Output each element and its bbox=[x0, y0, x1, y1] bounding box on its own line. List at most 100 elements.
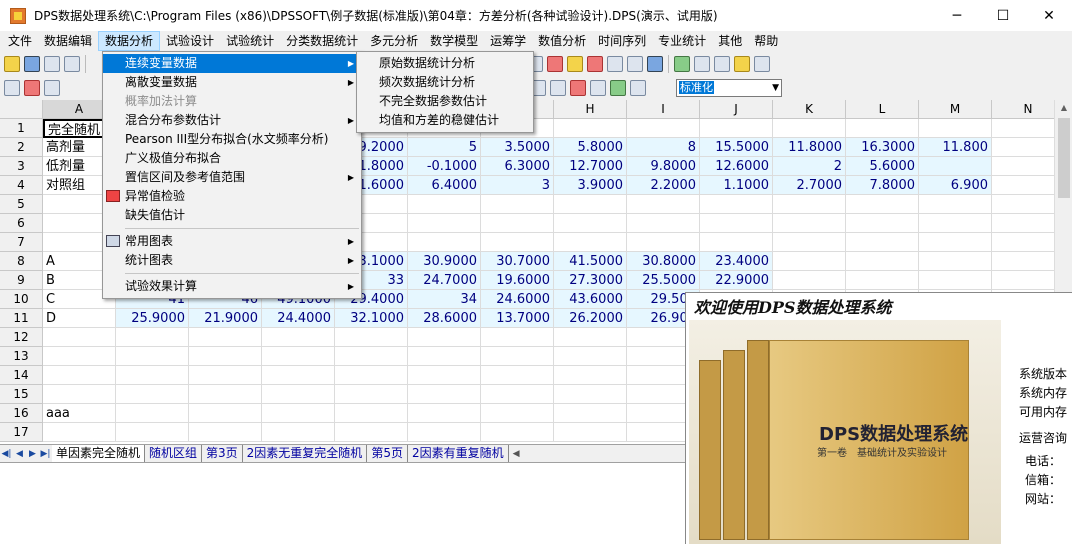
next-sheet-icon[interactable]: ▶ bbox=[26, 449, 39, 459]
find-icon[interactable] bbox=[754, 56, 770, 72]
grid-cell[interactable] bbox=[773, 233, 846, 252]
grid-cell[interactable] bbox=[554, 423, 627, 442]
grid-cell[interactable] bbox=[189, 404, 262, 423]
column-header[interactable]: K bbox=[773, 100, 846, 119]
grid-cell[interactable]: 34 bbox=[408, 290, 481, 309]
row-header[interactable]: 6 bbox=[0, 214, 43, 233]
grid-cell[interactable]: 23.4000 bbox=[700, 252, 773, 271]
menu-7[interactable]: 数学模型 bbox=[424, 31, 484, 51]
link-icon[interactable] bbox=[607, 56, 623, 72]
check-icon[interactable] bbox=[24, 80, 40, 96]
grid-cell[interactable] bbox=[627, 195, 700, 214]
grid-cell[interactable] bbox=[189, 366, 262, 385]
grid-cell[interactable]: 3.5000 bbox=[481, 138, 554, 157]
grid-cell[interactable]: 1.1000 bbox=[700, 176, 773, 195]
grid-cell[interactable] bbox=[335, 328, 408, 347]
grid-cell[interactable] bbox=[43, 423, 116, 442]
maximize-button[interactable]: ☐ bbox=[980, 0, 1026, 31]
menu-0[interactable]: 文件 bbox=[2, 31, 38, 51]
grid-cell[interactable] bbox=[846, 214, 919, 233]
data-menu-item[interactable]: 异常值检验 bbox=[103, 187, 361, 206]
grid-cell[interactable] bbox=[189, 328, 262, 347]
row-header[interactable]: 16 bbox=[0, 404, 43, 423]
grid-cell[interactable] bbox=[992, 119, 1054, 138]
web-icon[interactable] bbox=[674, 56, 690, 72]
sheet-tab[interactable]: 2因素无重复完全随机 bbox=[243, 445, 368, 462]
data-menu-item[interactable]: 离散变量数据 ▶ bbox=[103, 73, 361, 92]
grid-cell[interactable]: 19.6000 bbox=[481, 271, 554, 290]
grid-cell[interactable] bbox=[408, 214, 481, 233]
grid-cell[interactable]: 28.6000 bbox=[408, 309, 481, 328]
data-menu-item[interactable]: 概率加法计算 bbox=[103, 92, 361, 111]
grid-cell[interactable] bbox=[992, 157, 1054, 176]
grid-cell[interactable]: 30.9000 bbox=[408, 252, 481, 271]
save-icon[interactable] bbox=[24, 56, 40, 72]
submenu-item[interactable]: 原始数据统计分析 bbox=[357, 54, 533, 73]
grid-cell[interactable] bbox=[189, 385, 262, 404]
grid-cell[interactable] bbox=[554, 328, 627, 347]
grid-cell[interactable]: 6.4000 bbox=[408, 176, 481, 195]
menu-2[interactable]: 数据分析 bbox=[98, 31, 161, 51]
row-header[interactable]: 2 bbox=[0, 138, 43, 157]
grid-cell[interactable] bbox=[554, 233, 627, 252]
grid-cell[interactable] bbox=[554, 404, 627, 423]
grid-cell[interactable] bbox=[773, 271, 846, 290]
grid-cell[interactable]: aaa bbox=[43, 404, 116, 423]
grid-cell[interactable] bbox=[919, 271, 992, 290]
grid-cell[interactable] bbox=[992, 271, 1054, 290]
column-header[interactable]: J bbox=[700, 100, 773, 119]
grid-cell[interactable]: 5.8000 bbox=[554, 138, 627, 157]
sheet-tab[interactable]: 单因素完全随机 bbox=[52, 445, 146, 462]
bookmark-icon[interactable] bbox=[587, 56, 603, 72]
info-icon[interactable] bbox=[567, 56, 583, 72]
menu-8[interactable]: 运筹学 bbox=[484, 31, 532, 51]
grid-cell[interactable]: 24.6000 bbox=[481, 290, 554, 309]
data-menu-item[interactable]: 连续变量数据 ▶ bbox=[103, 54, 361, 73]
grid-cell[interactable]: 30.8000 bbox=[627, 252, 700, 271]
grid-cell[interactable]: 25.5000 bbox=[627, 271, 700, 290]
grid-cell[interactable]: -0.1000 bbox=[408, 157, 481, 176]
menu-1[interactable]: 数据编辑 bbox=[38, 31, 98, 51]
target-icon[interactable] bbox=[570, 80, 586, 96]
grid-cell[interactable] bbox=[116, 404, 189, 423]
submenu-item[interactable]: 不完全数据参数估计 bbox=[357, 92, 533, 111]
grid-cell[interactable] bbox=[554, 347, 627, 366]
grid-cell[interactable] bbox=[189, 347, 262, 366]
row-header[interactable]: 1 bbox=[0, 119, 43, 138]
column-header[interactable]: H bbox=[554, 100, 627, 119]
grid-cell[interactable]: 7.8000 bbox=[846, 176, 919, 195]
grid-cell[interactable] bbox=[408, 366, 481, 385]
grid-cell[interactable] bbox=[481, 233, 554, 252]
column-header[interactable]: L bbox=[846, 100, 919, 119]
grid-cell[interactable]: 43.6000 bbox=[554, 290, 627, 309]
grid-cell[interactable] bbox=[408, 328, 481, 347]
grid-cell[interactable] bbox=[627, 233, 700, 252]
grid-cell[interactable]: 15.5000 bbox=[700, 138, 773, 157]
tree-icon[interactable] bbox=[610, 80, 626, 96]
grid-cell[interactable] bbox=[773, 119, 846, 138]
row-header[interactable]: 11 bbox=[0, 309, 43, 328]
data-menu-item[interactable]: 混合分布参数估计 ▶ bbox=[103, 111, 361, 130]
grid-cell[interactable] bbox=[992, 214, 1054, 233]
sheet-tab[interactable]: 第5页 bbox=[367, 445, 408, 462]
grid-cell[interactable] bbox=[773, 195, 846, 214]
grid-cell[interactable] bbox=[700, 119, 773, 138]
grid-cell[interactable] bbox=[700, 233, 773, 252]
grid-cell[interactable] bbox=[335, 404, 408, 423]
row-header[interactable]: 4 bbox=[0, 176, 43, 195]
scroll-up-icon[interactable]: ▲ bbox=[1055, 100, 1072, 116]
grid-cell[interactable] bbox=[481, 366, 554, 385]
row-header[interactable]: 14 bbox=[0, 366, 43, 385]
axis-icon[interactable] bbox=[590, 80, 606, 96]
grid-cell[interactable] bbox=[262, 423, 335, 442]
grid-cell[interactable] bbox=[919, 119, 992, 138]
column-header[interactable]: N bbox=[992, 100, 1054, 119]
data-menu-item[interactable]: 试验效果计算 ▶ bbox=[103, 277, 361, 296]
column-header[interactable]: M bbox=[919, 100, 992, 119]
grid-cell[interactable] bbox=[408, 385, 481, 404]
grid-cell[interactable] bbox=[335, 423, 408, 442]
grid-cell[interactable] bbox=[481, 347, 554, 366]
column-header[interactable]: I bbox=[627, 100, 700, 119]
grid-cell[interactable] bbox=[919, 157, 992, 176]
grid-cell[interactable]: 27.3000 bbox=[554, 271, 627, 290]
